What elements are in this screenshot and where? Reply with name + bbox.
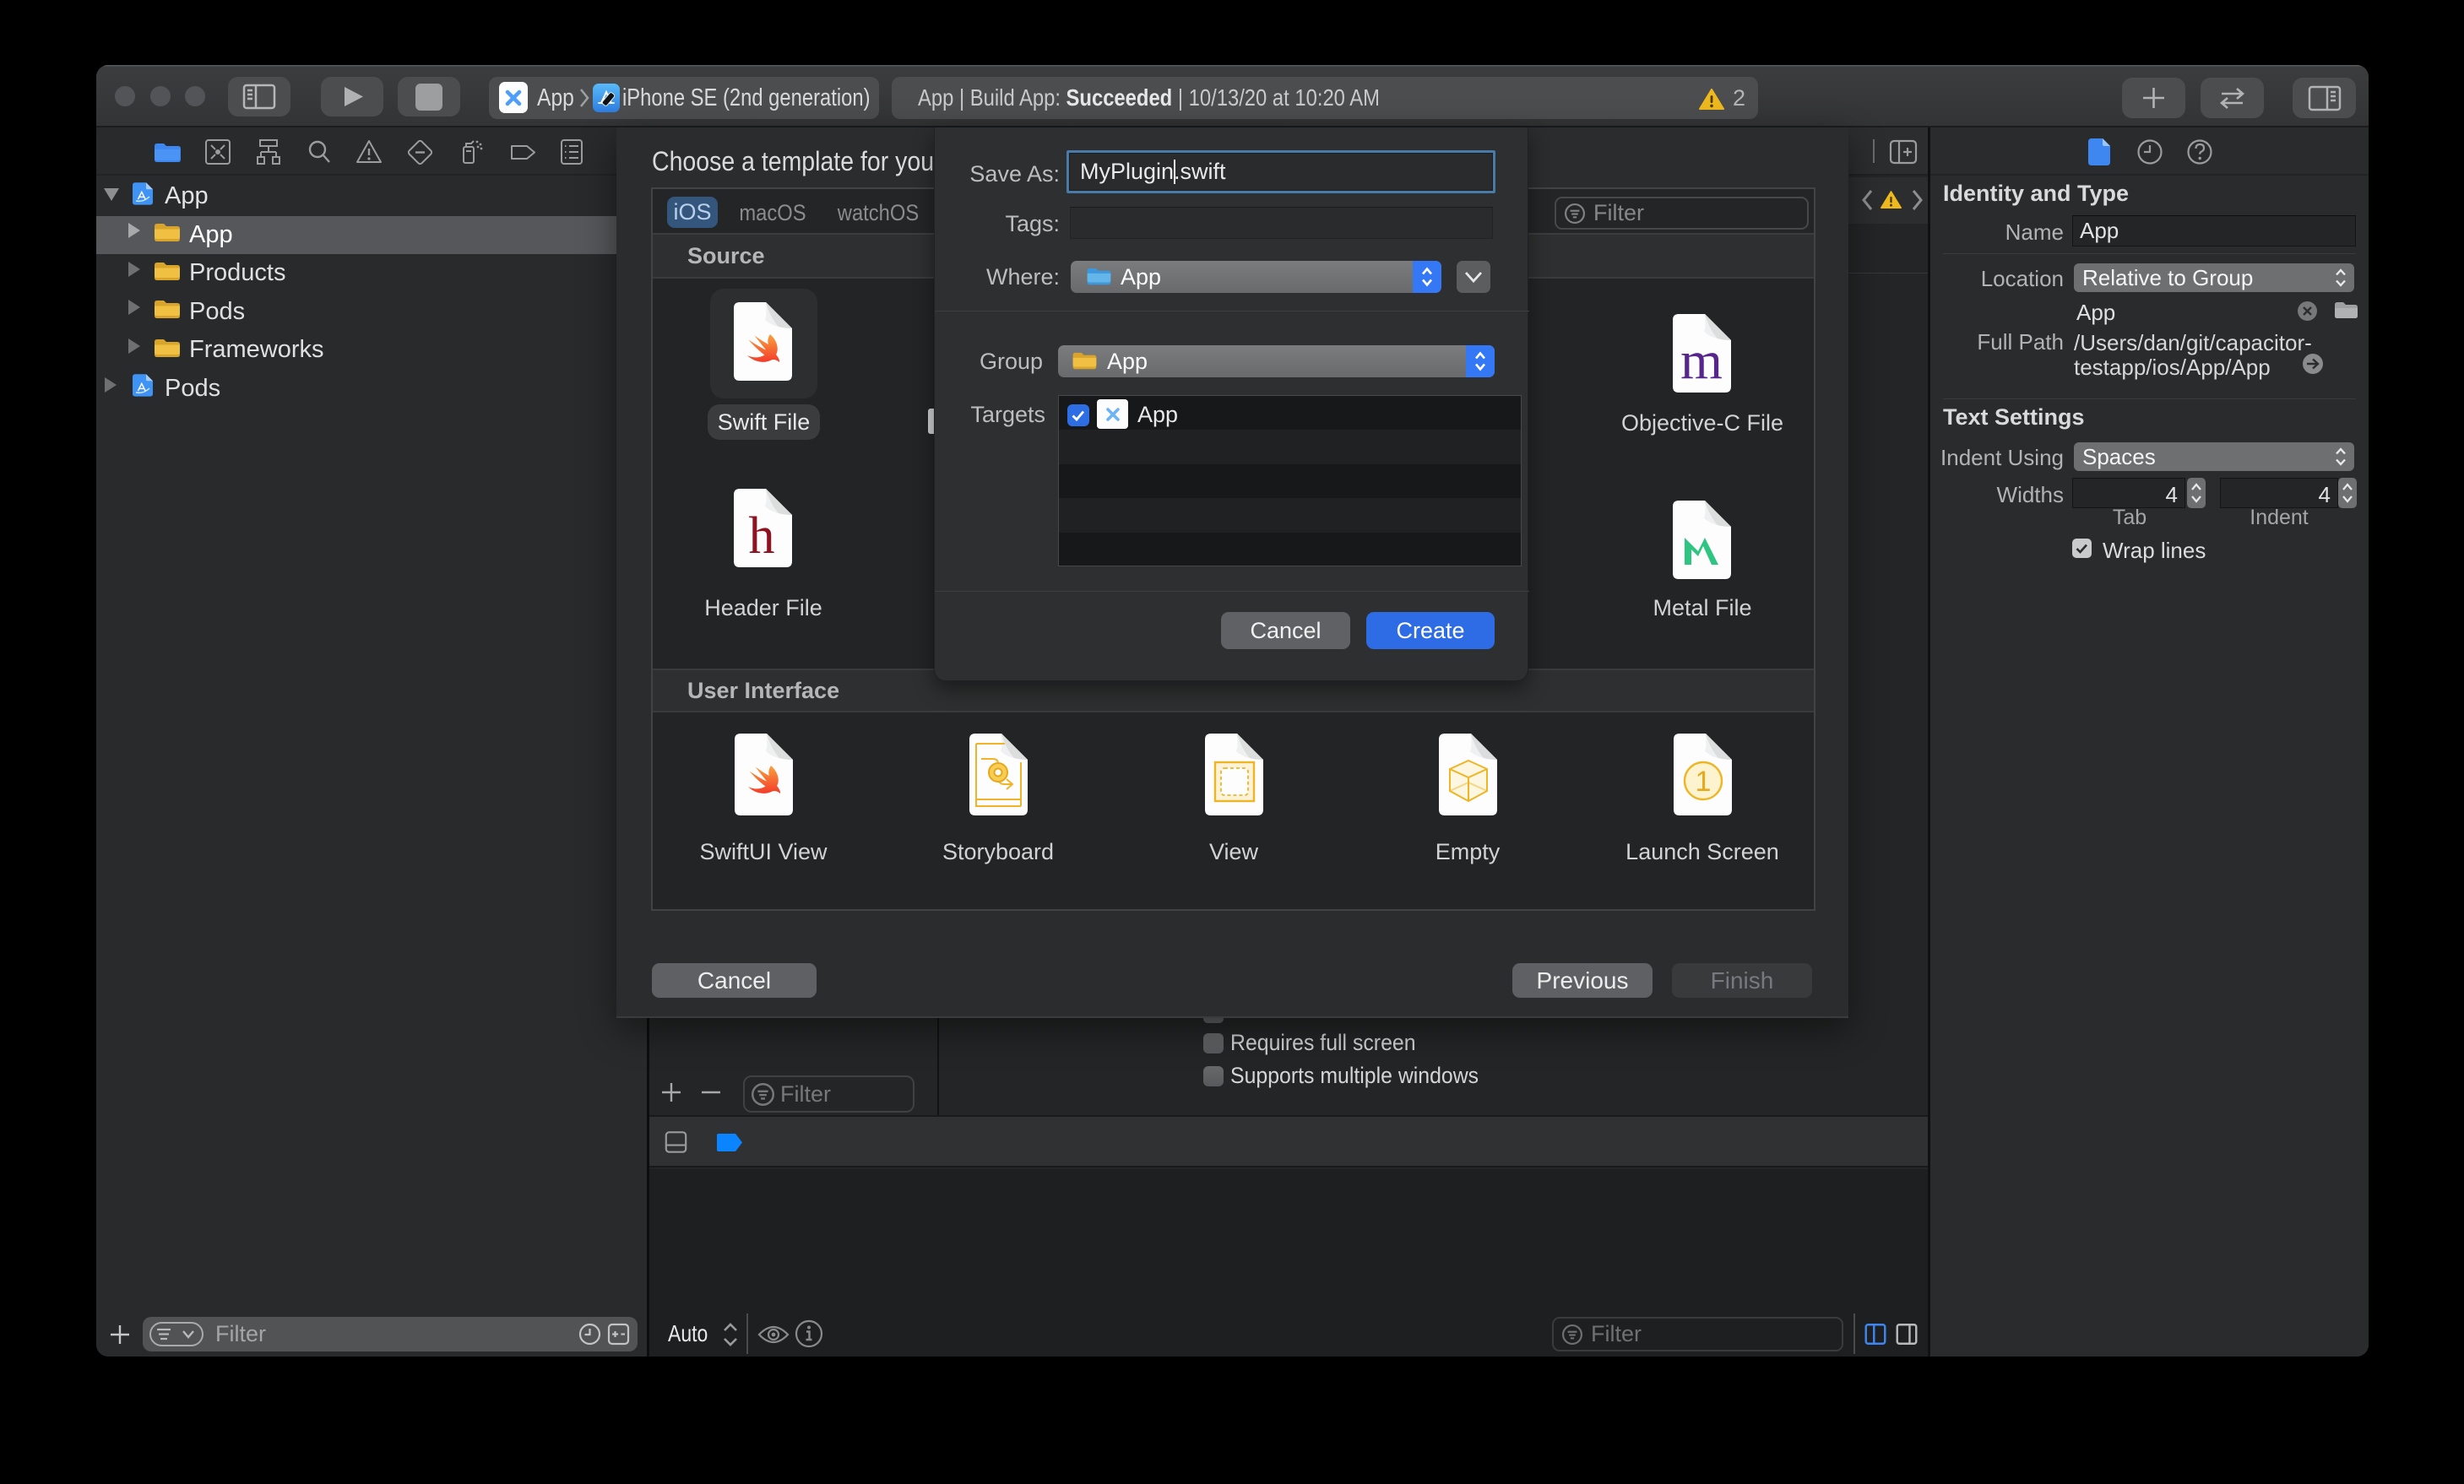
svg-text:1: 1 xyxy=(1695,766,1711,798)
svg-text:m: m xyxy=(1680,330,1723,390)
svg-text:h: h xyxy=(749,507,775,565)
